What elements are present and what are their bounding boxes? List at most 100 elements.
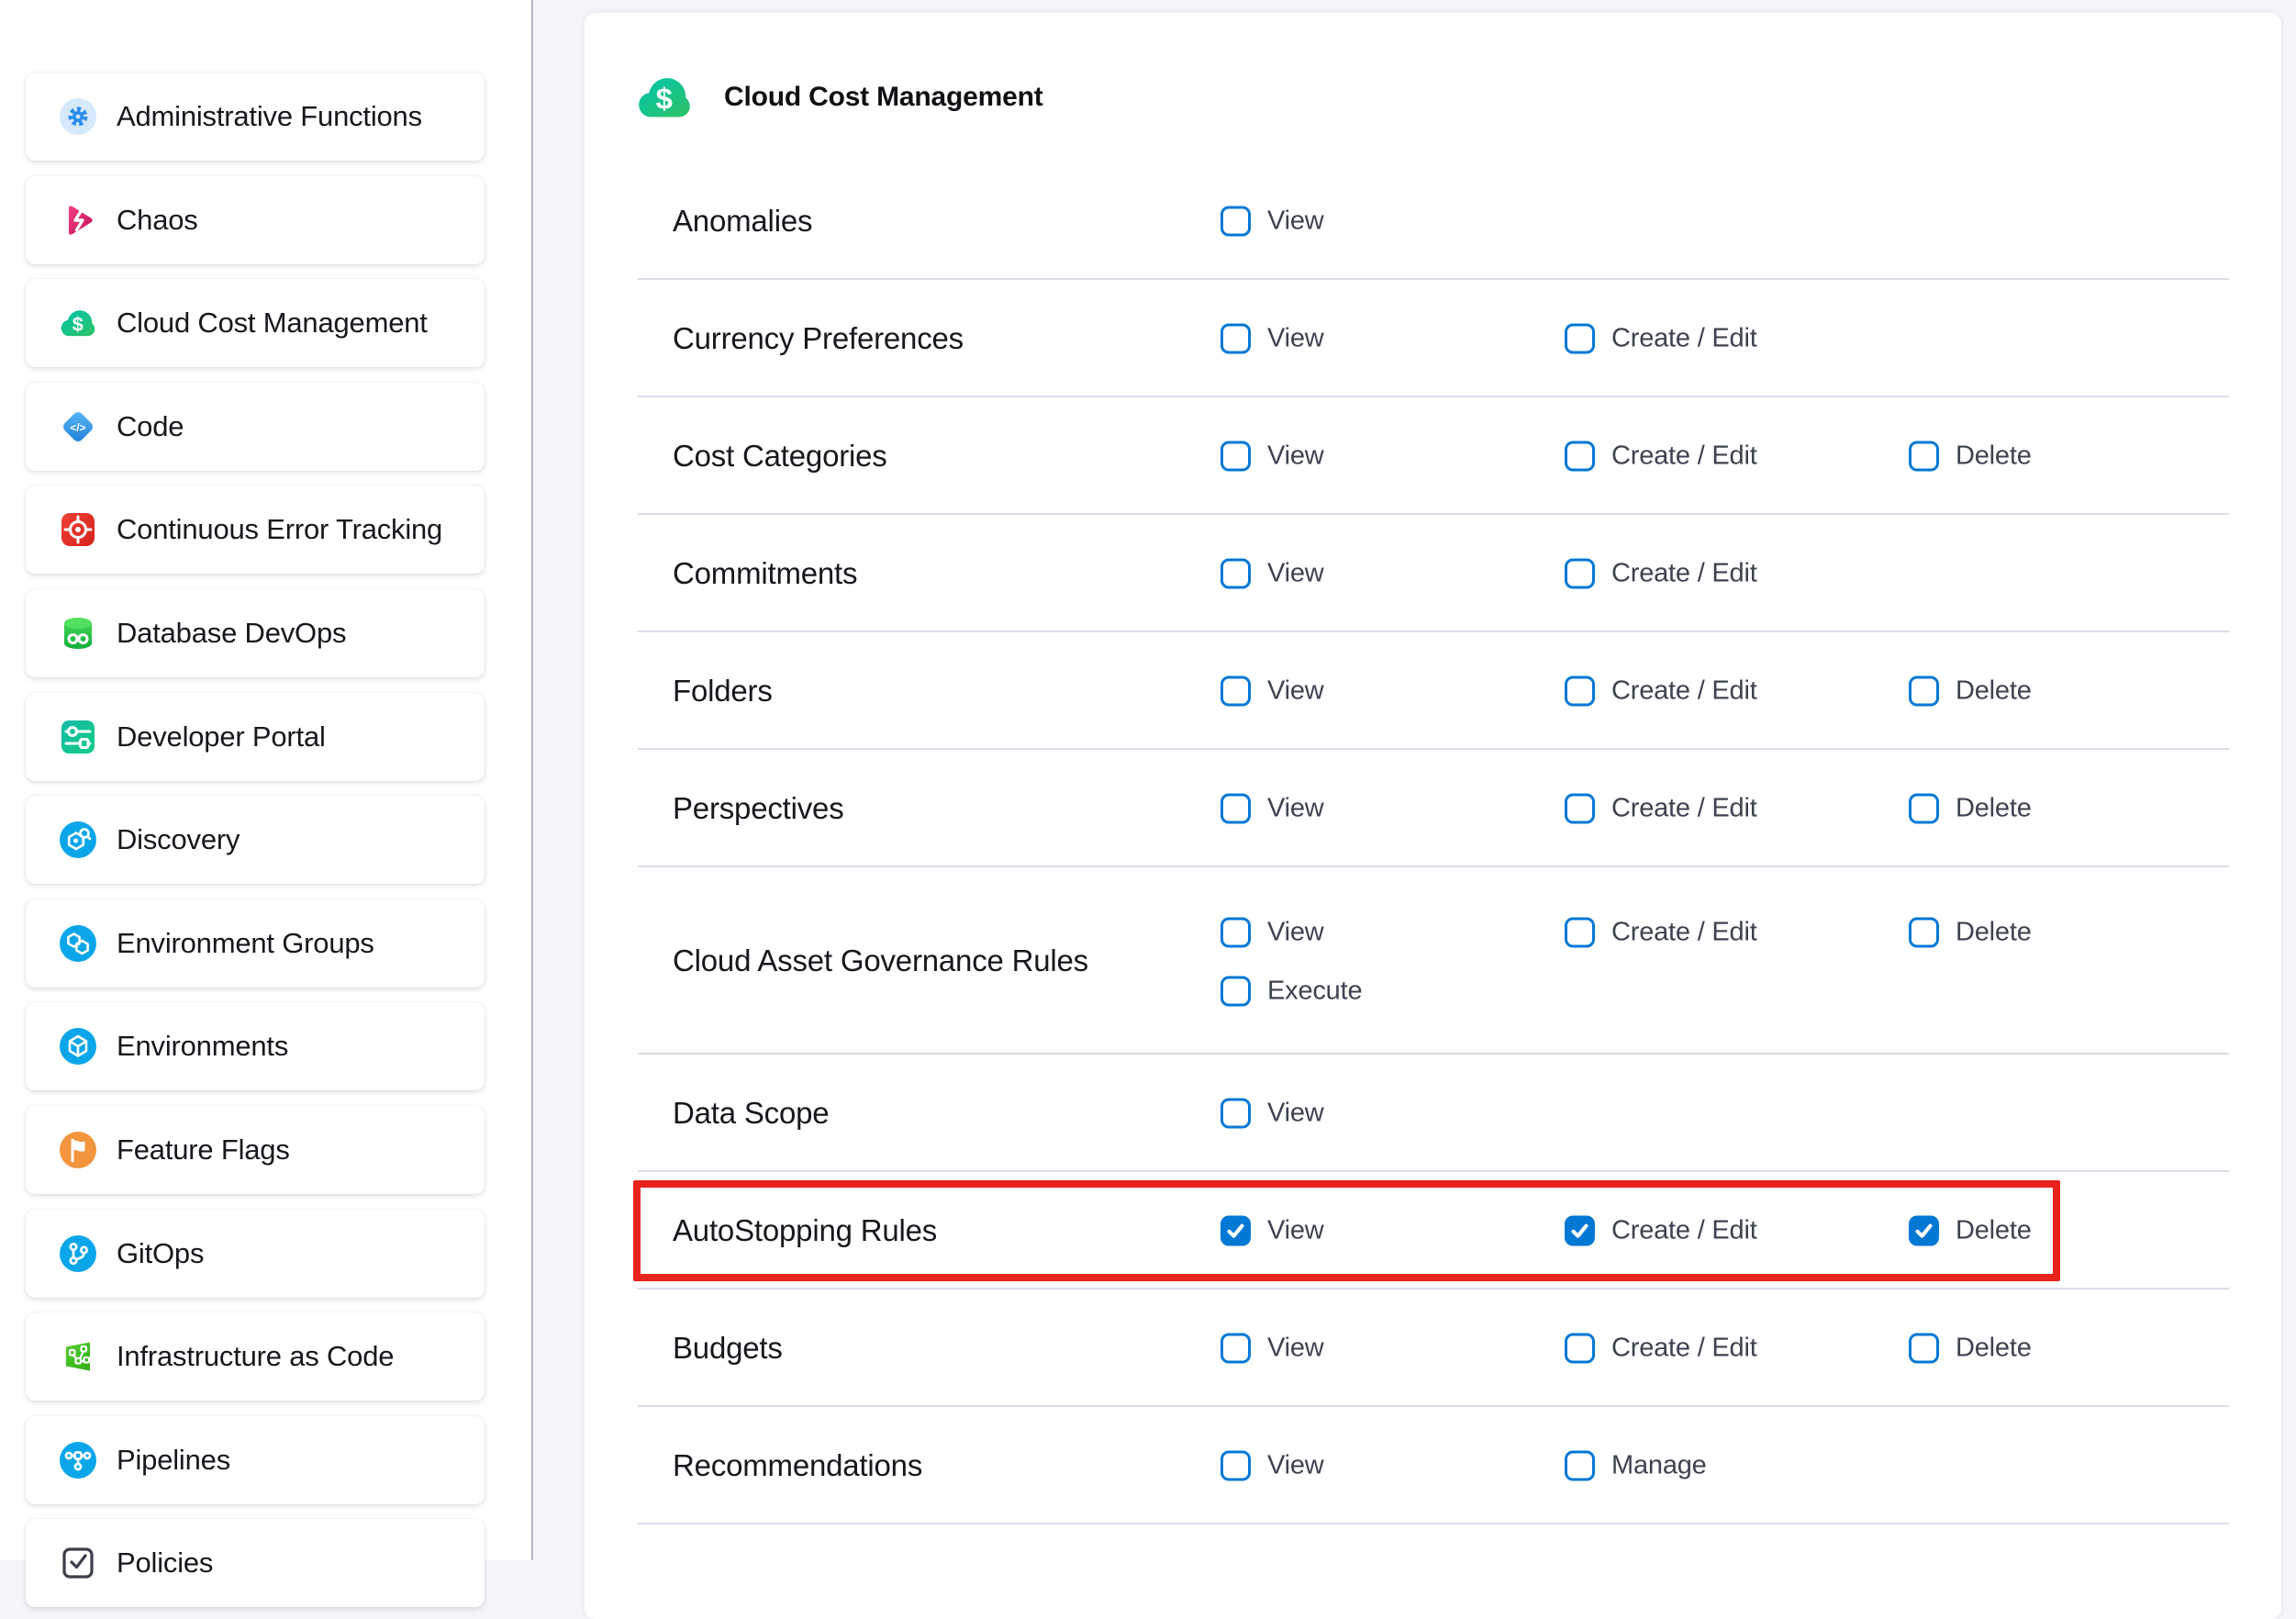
permission-commitments-view: View [1220,559,1324,589]
discovery-icon [60,821,96,858]
sidebar-item-developer-portal[interactable]: Developer Portal [26,693,485,781]
checkbox-folders-view[interactable] [1220,676,1251,707]
checkbox-recommendations-manage[interactable] [1565,1451,1595,1481]
permission-budgets-create-edit: Create / Edit [1565,1334,1757,1364]
checkbox-budgets-view[interactable] [1220,1334,1251,1364]
flag-icon [60,1132,96,1168]
permission-label: Delete [1956,676,2032,707]
permission-row-cost-categories: Cost CategoriesViewCreate / EditDelete [585,397,2281,515]
permission-currency-preferences-view: View [1220,324,1324,354]
sidebar-divider [531,0,533,1560]
permission-currency-preferences-create-edit: Create / Edit [1565,324,1757,354]
checkbox-folders-create-edit[interactable] [1565,676,1595,707]
checkbox-perspectives-view[interactable] [1220,794,1251,824]
checkbox-commitments-create-edit[interactable] [1565,559,1595,589]
cloud-dollar-icon: $ [60,305,96,341]
permission-label: View [1267,1099,1324,1129]
checkbox-perspectives-delete[interactable] [1909,794,1939,824]
policy-check-icon [60,1545,96,1581]
checkbox-budgets-create-edit[interactable] [1565,1334,1595,1364]
checkbox-cloud-asset-governance-rules-execute[interactable] [1220,976,1251,1006]
sidebar-item-code[interactable]: </>Code [26,383,485,471]
environment-groups-icon [60,925,96,962]
permission-row-anomalies: AnomaliesView [585,162,2281,280]
permission-cloud-asset-governance-rules-view: View [1220,918,1324,948]
checkbox-cost-categories-view[interactable] [1220,441,1251,472]
permission-row-cloud-asset-governance-rules: Cloud Asset Governance RulesViewCreate /… [585,867,2281,1055]
sidebar-item-feature-flags[interactable]: Feature Flags [26,1106,485,1194]
svg-text:$: $ [656,82,673,116]
checkbox-currency-preferences-view[interactable] [1220,324,1251,354]
checkbox-cloud-asset-governance-rules-create-edit[interactable] [1565,918,1595,948]
permission-anomalies-view: View [1220,207,1324,237]
checkbox-cloud-asset-governance-rules-delete[interactable] [1909,918,1939,948]
permission-label: View [1267,441,1324,472]
sidebar-item-label: Continuous Error Tracking [117,513,442,546]
permission-label: Create / Edit [1611,676,1757,707]
permission-label: View [1267,1451,1324,1481]
partial-row [585,1524,2281,1560]
permissions-panel: $ Cloud Cost Management AnomaliesViewCur… [585,13,2281,1619]
permission-folders-view: View [1220,676,1324,707]
permission-label: Delete [1956,1216,2032,1246]
sidebar-item-chaos[interactable]: Chaos [26,176,485,264]
sidebar-item-cloud-cost-management[interactable]: $ Cloud Cost Management [26,279,485,367]
checkbox-autostopping-rules-delete[interactable] [1909,1216,1939,1246]
checkbox-cost-categories-delete[interactable] [1909,441,1939,472]
checkbox-recommendations-view[interactable] [1220,1451,1251,1481]
permission-row-recommendations: RecommendationsViewManage [585,1407,2281,1524]
sidebar-item-database-devops[interactable]: Database DevOps [26,589,485,677]
permission-cost-categories-delete: Delete [1909,441,2032,472]
sidebar-item-policies[interactable]: Policies [26,1519,485,1607]
sidebar: Administrative Functions Chaos $ Cloud Co… [0,0,531,1560]
git-branch-icon [60,1235,96,1272]
checkbox-budgets-delete[interactable] [1909,1334,1939,1364]
cloud-dollar-icon: $ [636,75,693,119]
sidebar-item-label: Discovery [117,823,240,856]
page: { "colors": { "accent": "#0278d5", "high… [0,0,2296,1560]
checkbox-perspectives-create-edit[interactable] [1565,794,1595,824]
sidebar-item-environment-groups[interactable]: Environment Groups [26,899,485,988]
checkbox-anomalies-view[interactable] [1220,207,1251,237]
permission-label: View [1267,207,1324,237]
sidebar-item-infrastructure-as-code[interactable]: Infrastructure as Code [26,1312,485,1401]
sliders-icon [60,719,96,755]
checkbox-currency-preferences-create-edit[interactable] [1565,324,1595,354]
permission-label: Delete [1956,1334,2032,1364]
permission-cost-categories-view: View [1220,441,1324,472]
resource-label: Folders [673,674,773,709]
checkbox-folders-delete[interactable] [1909,676,1939,707]
sidebar-item-administrative-functions[interactable]: Administrative Functions [26,73,485,161]
permission-cloud-asset-governance-rules-delete: Delete [1909,918,2032,948]
permission-label: Manage [1611,1451,1707,1481]
permission-perspectives-create-edit: Create / Edit [1565,794,1757,824]
permission-folders-create-edit: Create / Edit [1565,676,1757,707]
checkbox-cloud-asset-governance-rules-view[interactable] [1220,918,1251,948]
checkbox-autostopping-rules-view[interactable] [1220,1216,1251,1246]
checkbox-autostopping-rules-create-edit[interactable] [1565,1216,1595,1246]
sidebar-item-label: Cloud Cost Management [117,307,428,340]
permission-label: Create / Edit [1611,918,1757,948]
permission-label: Create / Edit [1611,559,1757,589]
sidebar-item-environments[interactable]: Environments [26,1002,485,1090]
permission-row-data-scope: Data ScopeView [585,1055,2281,1172]
permission-label: Create / Edit [1611,1334,1757,1364]
checkbox-data-scope-view[interactable] [1220,1099,1251,1129]
sidebar-item-gitops[interactable]: GitOps [26,1210,485,1298]
permission-label: Execute [1267,976,1362,1006]
permission-label: View [1267,676,1324,707]
permission-commitments-create-edit: Create / Edit [1565,559,1757,589]
permission-recommendations-manage: Manage [1565,1451,1707,1481]
sidebar-item-pipelines[interactable]: Pipelines [26,1416,485,1504]
sidebar-item-label: Pipelines [117,1444,230,1477]
permission-perspectives-delete: Delete [1909,794,2032,824]
sidebar-item-continuous-error-tracking[interactable]: Continuous Error Tracking [26,486,485,574]
sidebar-item-discovery[interactable]: Discovery [26,796,485,884]
permission-autostopping-rules-delete: Delete [1909,1216,2032,1246]
permission-label: Create / Edit [1611,324,1757,354]
permission-data-scope-view: View [1220,1099,1324,1129]
permission-row-budgets: BudgetsViewCreate / EditDelete [585,1290,2281,1407]
checkbox-cost-categories-create-edit[interactable] [1565,441,1595,472]
gear-icon [60,98,96,135]
checkbox-commitments-view[interactable] [1220,559,1251,589]
